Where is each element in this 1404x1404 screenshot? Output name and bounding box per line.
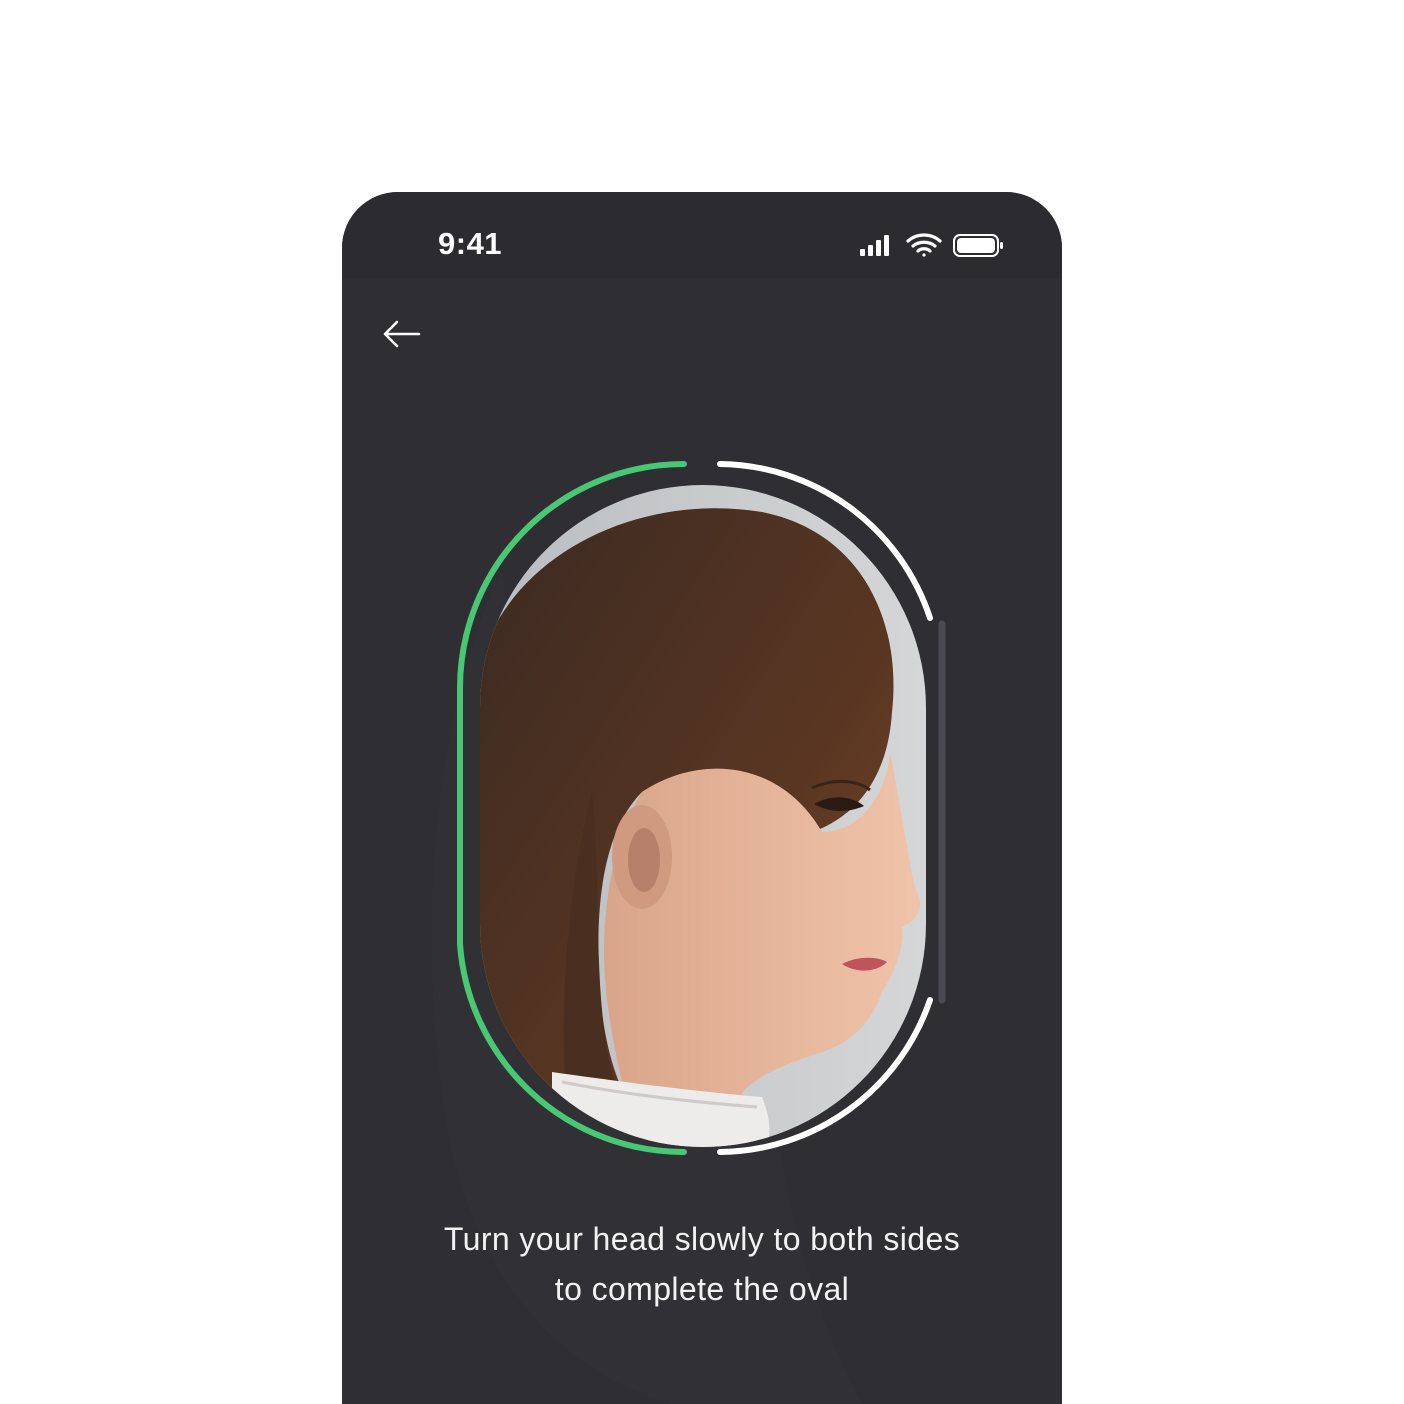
camera-feed [480,485,926,1147]
cellular-signal-icon [860,235,889,256]
status-bar: 9:41 [342,192,1062,278]
status-time: 9:41 [438,226,503,261]
back-button[interactable] [376,314,426,354]
arrow-left-icon [383,320,421,348]
phone-screen: 9:41 Turn your head slowly to both sides… [342,192,1062,1404]
instruction-line-1: Turn your head slowly to both sides [443,1221,961,1257]
battery-icon [953,234,1003,257]
instruction-text: Turn your head slowly to both sides to c… [382,1214,1022,1314]
status-icons [856,232,1006,262]
wifi-icon [906,233,942,257]
instruction-line-2: to complete the oval [554,1271,850,1307]
